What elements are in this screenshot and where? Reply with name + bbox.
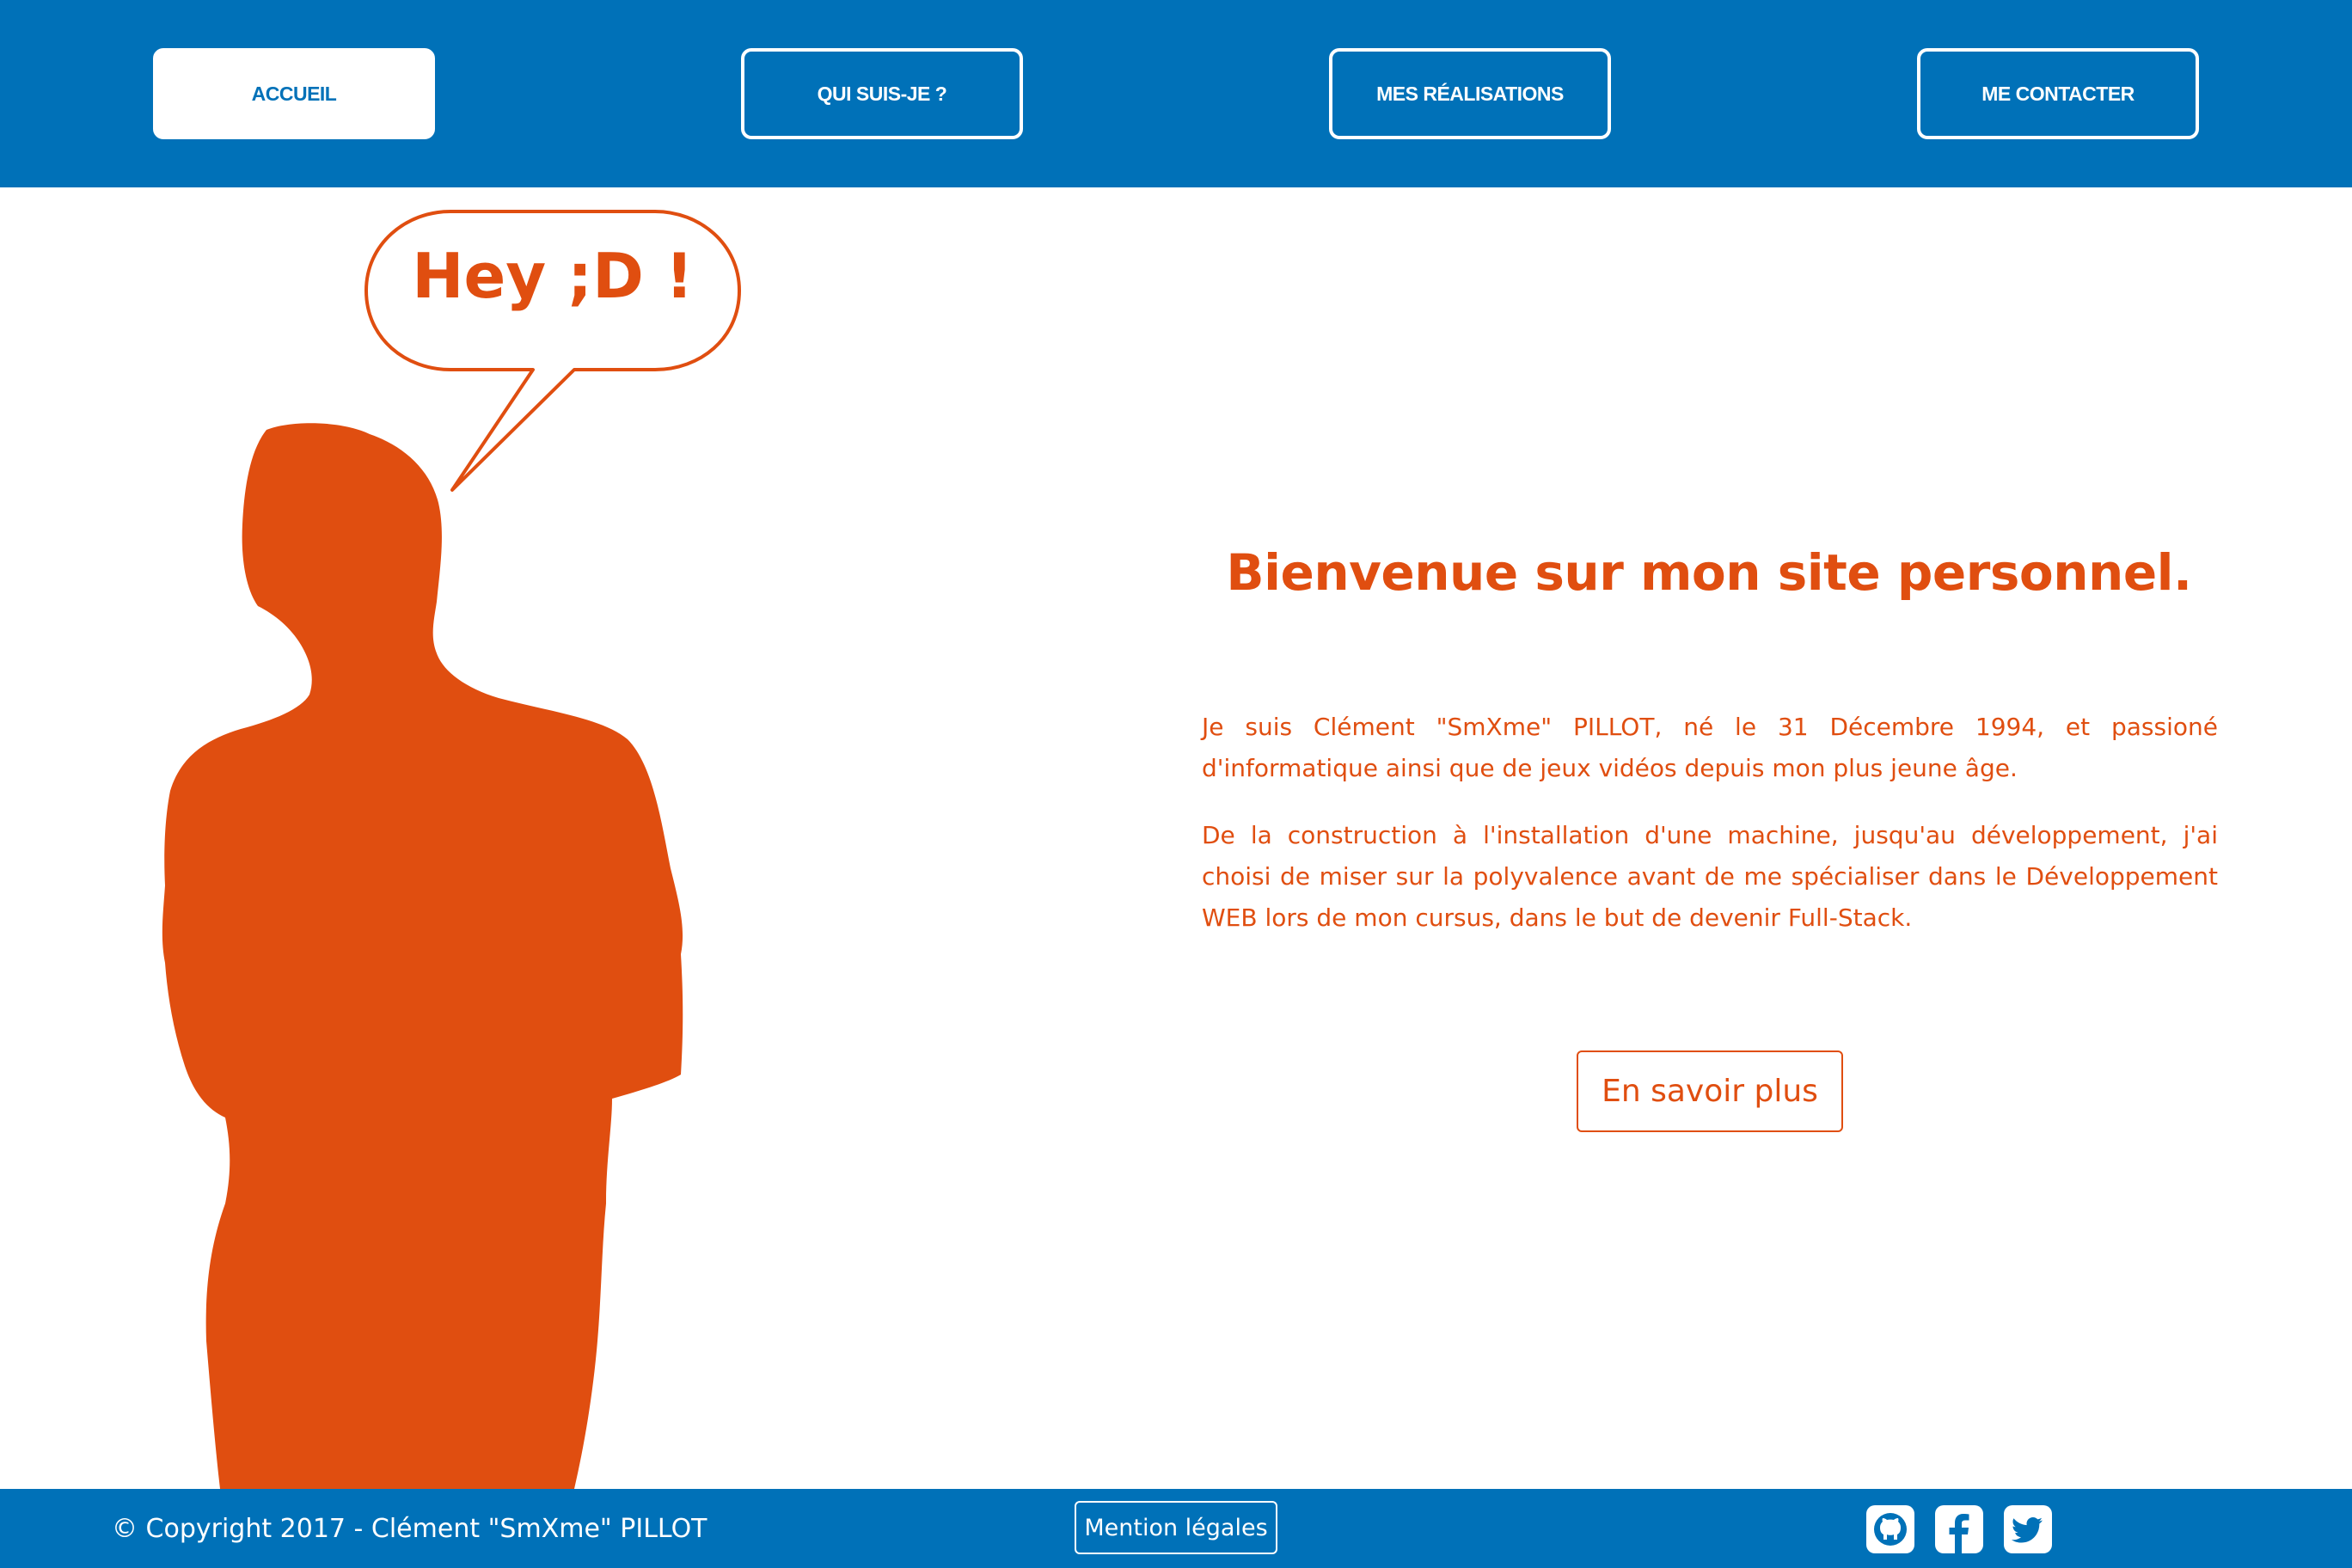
nav-qui-suis-je-button[interactable]: QUI SUIS-JE ? xyxy=(741,48,1023,139)
nav-mes-realisations-button[interactable]: MES RÉALISATIONS xyxy=(1329,48,1611,139)
en-savoir-plus-button[interactable]: En savoir plus xyxy=(1577,1050,1843,1132)
intro-paragraph: Je suis Clément "SmXme" PILLOT, né le 31… xyxy=(1202,713,2218,782)
facebook-icon[interactable] xyxy=(1934,1504,1984,1554)
footer-bar: © Copyright 2017 - Clément "SmXme" PILLO… xyxy=(0,1489,2352,1568)
top-nav-bar: ACCUEIL QUI SUIS-JE ? MES RÉALISATIONS M… xyxy=(0,0,2352,187)
speech-bubble-text: Hey ;D ! xyxy=(412,240,694,312)
page-title: Bienvenue sur mon site personnel. xyxy=(1226,543,2192,602)
nav-me-contacter-button[interactable]: ME CONTACTER xyxy=(1917,48,2199,139)
github-icon[interactable] xyxy=(1865,1504,1915,1554)
intro-paragraph: De la construction à l'installation d'un… xyxy=(1202,821,2218,932)
copyright-text: © Copyright 2017 - Clément "SmXme" PILLO… xyxy=(112,1513,707,1544)
twitter-icon[interactable] xyxy=(2003,1504,2053,1554)
nav-accueil-button[interactable]: ACCUEIL xyxy=(153,48,435,139)
intro-text: Je suis Clément "SmXme" PILLOT, né le 31… xyxy=(1202,707,2218,965)
mention-legales-button[interactable]: Mention légales xyxy=(1075,1501,1277,1554)
